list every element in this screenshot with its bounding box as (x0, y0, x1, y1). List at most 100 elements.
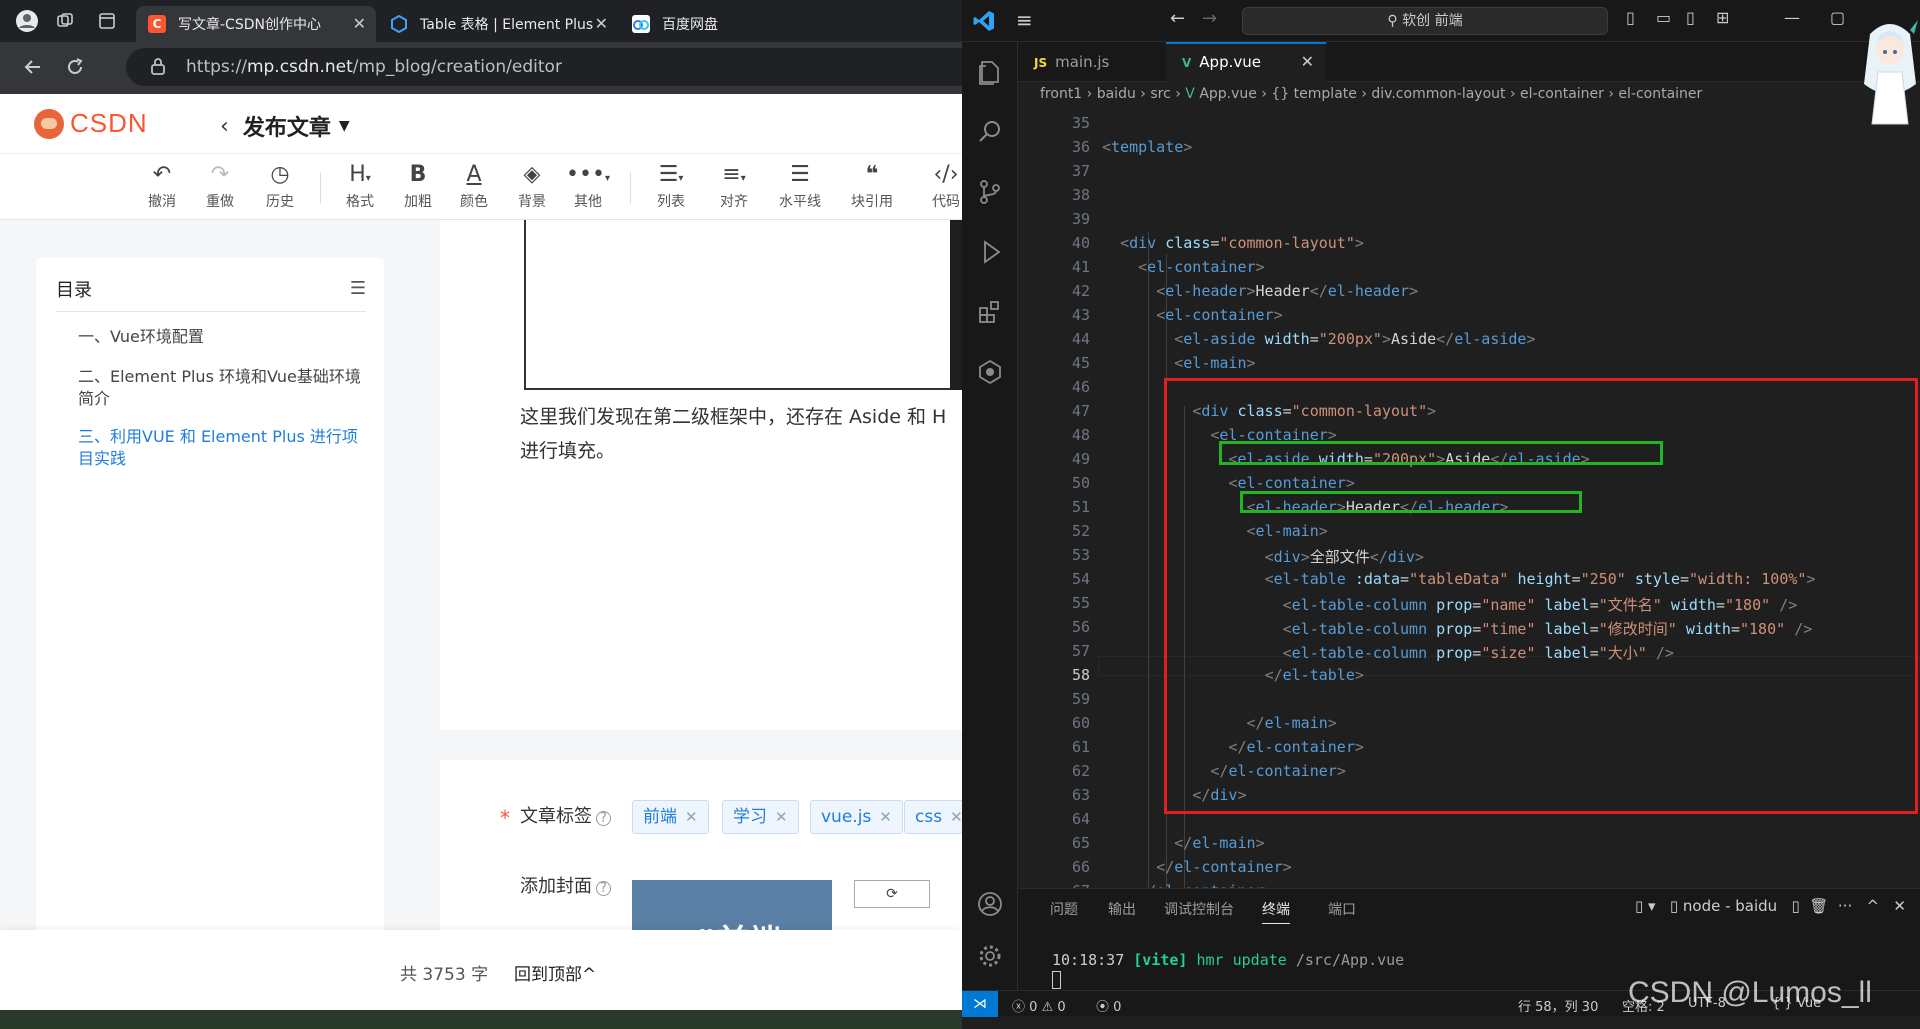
help-icon[interactable]: ? (596, 811, 611, 826)
close-icon[interactable]: ✕ (879, 808, 892, 826)
toggle-secondary-sidebar-icon[interactable]: ▯ (1686, 8, 1695, 27)
source-control-icon[interactable] (976, 178, 1004, 206)
page-title[interactable]: ‹ 发布文章 ▼ (220, 110, 350, 142)
line-number: 60 (1071, 714, 1090, 732)
hamburger-menu-icon[interactable]: ≡ (1016, 8, 1033, 32)
background-button[interactable]: ◈ 背景 (506, 162, 558, 211)
panel-toolbar: ▯ ▾ ▯ node - baidu ▯ 🗑 ··· ^ ✕ (1635, 897, 1906, 915)
breadcrumb-item[interactable]: src (1150, 86, 1170, 102)
toc-collapse-icon[interactable]: ☰ (350, 278, 366, 299)
run-debug-icon[interactable] (976, 238, 1004, 266)
remote-explorer-icon[interactable] (976, 358, 1004, 386)
panel-tab-debug-console[interactable]: 调试控制台 (1164, 899, 1234, 919)
close-icon[interactable]: ✕ (950, 808, 962, 826)
list-button[interactable]: ☰▾ 列表 (645, 162, 697, 211)
panel-tab-ports[interactable]: 端口 (1328, 899, 1356, 919)
breadcrumb-item[interactable]: front1 (1040, 86, 1082, 102)
bold-button[interactable]: B 加粗 (392, 162, 444, 211)
panel-tab-problems[interactable]: 问题 (1050, 899, 1078, 919)
align-button[interactable]: ≡▾ 对齐 (708, 162, 760, 211)
ports-status[interactable]: ⦿ 0 (1096, 996, 1121, 1015)
gear-icon[interactable] (976, 942, 1004, 970)
customize-layout-icon[interactable]: ⊞ (1716, 8, 1729, 27)
article-editor[interactable]: 这里我们发现在第二级框架中，还存在 Aside 和 H 进行填充。 (440, 220, 962, 730)
toc-item[interactable]: 一、Vue环境配置 (78, 326, 368, 348)
font-color-button[interactable]: A 颜色 (448, 162, 500, 211)
workspaces-icon[interactable] (52, 8, 78, 34)
toc-item[interactable]: 二、Element Plus 环境和Vue基础环境 简介 (78, 366, 368, 410)
panel-tab-terminal[interactable]: 终端 (1262, 899, 1290, 924)
breadcrumb-item[interactable]: App.vue (1199, 86, 1257, 102)
code-line: <div class="common-layout"> (1120, 234, 1364, 252)
remote-indicator-icon[interactable]: ⋊ (962, 991, 998, 1017)
reload-icon[interactable] (62, 54, 88, 80)
caret-down-icon[interactable]: ▼ (339, 118, 350, 134)
command-center[interactable]: ⚲ 软创 前端 (1242, 7, 1608, 35)
url-input[interactable]: https://mp.csdn.net/mp_blog/creation/edi… (126, 48, 962, 86)
history-button[interactable]: ◷ 历史 (254, 162, 306, 211)
refresh-cover-button[interactable]: ⟳ (854, 880, 930, 908)
explorer-icon[interactable] (976, 58, 1004, 86)
line-number: 52 (1071, 522, 1090, 540)
close-icon[interactable]: ✕ (775, 808, 788, 826)
editor-tab-main-js[interactable]: JS main.js (1018, 42, 1158, 82)
redo-button[interactable]: ↷ 重做 (194, 162, 246, 211)
breadcrumb-item[interactable]: baidu (1097, 86, 1136, 102)
minimize-icon[interactable]: — (1784, 8, 1800, 27)
back-to-top-link[interactable]: 回到顶部^ (514, 960, 596, 985)
breadcrumb-item[interactable]: {} template (1271, 86, 1356, 102)
horizontal-rule-button[interactable]: ☰ 水平线 (774, 162, 826, 211)
help-icon[interactable]: ? (596, 881, 611, 896)
chevron-left-icon[interactable]: ‹ (220, 114, 229, 139)
panel-tab-output[interactable]: 输出 (1108, 899, 1136, 919)
nav-forward-icon[interactable]: → (1202, 8, 1217, 29)
tag-chip[interactable]: vue.js ✕ (810, 800, 903, 834)
extensions-icon[interactable] (976, 298, 1004, 326)
line-number: 38 (1071, 186, 1090, 204)
tag-chip[interactable]: 学习 ✕ (722, 800, 799, 834)
split-terminal-icon[interactable]: ▯ (1792, 897, 1800, 915)
profile-icon[interactable] (14, 8, 40, 34)
trash-icon[interactable]: 🗑 (1809, 897, 1828, 915)
code-button[interactable]: ‹/› 代码 (920, 162, 962, 211)
back-to-top-text: 回到顶部 (514, 965, 582, 985)
new-terminal-split-icon[interactable]: ▯ ▾ (1635, 897, 1656, 915)
browser-tab-element-plus[interactable]: Table 表格 | Element Plus ✕ (378, 6, 618, 42)
browser-tab-baidu-pan[interactable]: 百度网盘 (620, 6, 820, 42)
browser-tab-csdn[interactable]: C 写文章-CSDN创作中心 ✕ (136, 6, 376, 42)
toc-item-active[interactable]: 三、利用VUE 和 Element Plus 进行项目实践 (78, 426, 368, 470)
account-icon[interactable] (976, 890, 1004, 918)
search-icon[interactable] (976, 118, 1004, 146)
quote-button[interactable]: ❝ 块引用 (846, 162, 898, 211)
tag-chip[interactable]: css ✕ (904, 800, 962, 834)
close-icon[interactable]: ✕ (1893, 897, 1906, 915)
maximize-icon[interactable]: ▢ (1830, 8, 1845, 27)
terminal-name[interactable]: node - baidu (1683, 897, 1777, 915)
nav-back-icon[interactable]: ← (1170, 8, 1185, 29)
breadcrumb-item[interactable]: div.common-layout (1371, 86, 1505, 102)
problems-status[interactable]: ⓧ 0 ⚠ 0 (1012, 996, 1066, 1015)
tag-chip[interactable]: 前端 ✕ (632, 800, 709, 834)
close-icon[interactable]: ✕ (595, 14, 608, 33)
more-button[interactable]: •••▾ 其他 (562, 162, 614, 211)
close-icon[interactable]: ✕ (685, 808, 698, 826)
toggle-panel-icon[interactable]: ▭ (1656, 8, 1671, 27)
breadcrumb-item[interactable]: el-container (1618, 86, 1702, 102)
url-path: /mp_blog/creation/editor (352, 57, 562, 77)
toggle-sidebar-icon[interactable]: ▯ (1626, 8, 1635, 27)
format-button[interactable]: H▾ 格式 (334, 162, 386, 211)
chevron-up-icon[interactable]: ^ (1867, 897, 1880, 915)
tab-actions-icon[interactable] (94, 8, 120, 34)
back-arrow-icon[interactable] (20, 54, 46, 80)
cursor-position[interactable]: 行 58，列 30 (1518, 996, 1598, 1015)
green-highlight-box (1219, 441, 1663, 465)
undo-button[interactable]: ↶ 撤消 (136, 162, 188, 211)
close-icon[interactable]: ✕ (1301, 44, 1314, 80)
close-icon[interactable]: ✕ (353, 14, 366, 33)
more-icon[interactable]: ··· (1838, 897, 1852, 915)
breadcrumb-item[interactable]: el-container (1520, 86, 1604, 102)
browser-tab-bar: C 写文章-CSDN创作中心 ✕ Table 表格 | Element Plus… (0, 0, 962, 42)
csdn-logo[interactable]: CSDN (34, 108, 148, 139)
article-paragraph[interactable]: 这里我们发现在第二级框架中，还存在 Aside 和 H 进行填充。 (520, 400, 962, 468)
editor-tab-app-vue[interactable]: V App.vue ✕ (1166, 42, 1326, 82)
